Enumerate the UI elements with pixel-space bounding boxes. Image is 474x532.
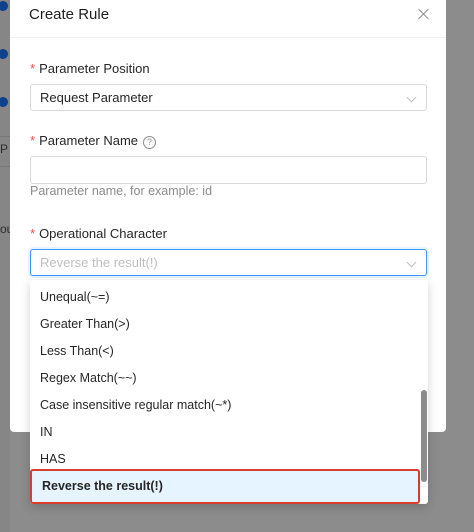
required-mark: * xyxy=(30,133,36,148)
operational-character-label-text: Operational Character xyxy=(39,226,167,241)
parameter-position-label: * Parameter Position xyxy=(30,61,150,76)
parameter-position-value: Request Parameter xyxy=(40,90,153,105)
dropdown-scrollbar[interactable] xyxy=(421,390,427,482)
dropdown-option-less-than[interactable]: Less Than(<) xyxy=(30,338,420,365)
operational-character-select[interactable]: Reverse the result(!) xyxy=(30,249,427,276)
required-mark: * xyxy=(30,226,36,241)
dropdown-option-unequal[interactable]: Unequal(~=) xyxy=(30,284,420,311)
dropdown-option-greater-than[interactable]: Greater Than(>) xyxy=(30,311,420,338)
chevron-down-icon xyxy=(406,92,417,103)
dropdown-option-case-insensitive-regex[interactable]: Case insensitive regular match(~*) xyxy=(30,392,420,419)
parameter-position-label-text: Parameter Position xyxy=(39,61,150,76)
chevron-down-icon xyxy=(406,257,417,268)
close-icon[interactable] xyxy=(414,5,434,25)
modal-header: Create Rule xyxy=(10,0,446,38)
parameter-name-hint: Parameter name, for example: id xyxy=(30,184,213,198)
parameter-name-input[interactable] xyxy=(30,156,427,184)
dropdown-option-in[interactable]: IN xyxy=(30,419,420,446)
parameter-name-label: * Parameter Name? xyxy=(30,133,157,149)
dropdown-option-reverse-result[interactable]: Reverse the result(!) xyxy=(30,469,420,504)
parameter-position-select[interactable]: Request Parameter xyxy=(30,84,427,111)
operational-character-label: * Operational Character xyxy=(30,226,167,241)
modal-title: Create Rule xyxy=(29,6,110,23)
question-circle-icon[interactable]: ? xyxy=(143,136,157,149)
dropdown-option-regex-match[interactable]: Regex Match(~~) xyxy=(30,365,420,392)
required-mark: * xyxy=(30,61,36,76)
operational-character-dropdown: Unequal(~=) Greater Than(>) Less Than(<)… xyxy=(30,280,428,504)
parameter-name-label-text: Parameter Name xyxy=(39,133,139,148)
operational-character-value: Reverse the result(!) xyxy=(40,255,158,270)
